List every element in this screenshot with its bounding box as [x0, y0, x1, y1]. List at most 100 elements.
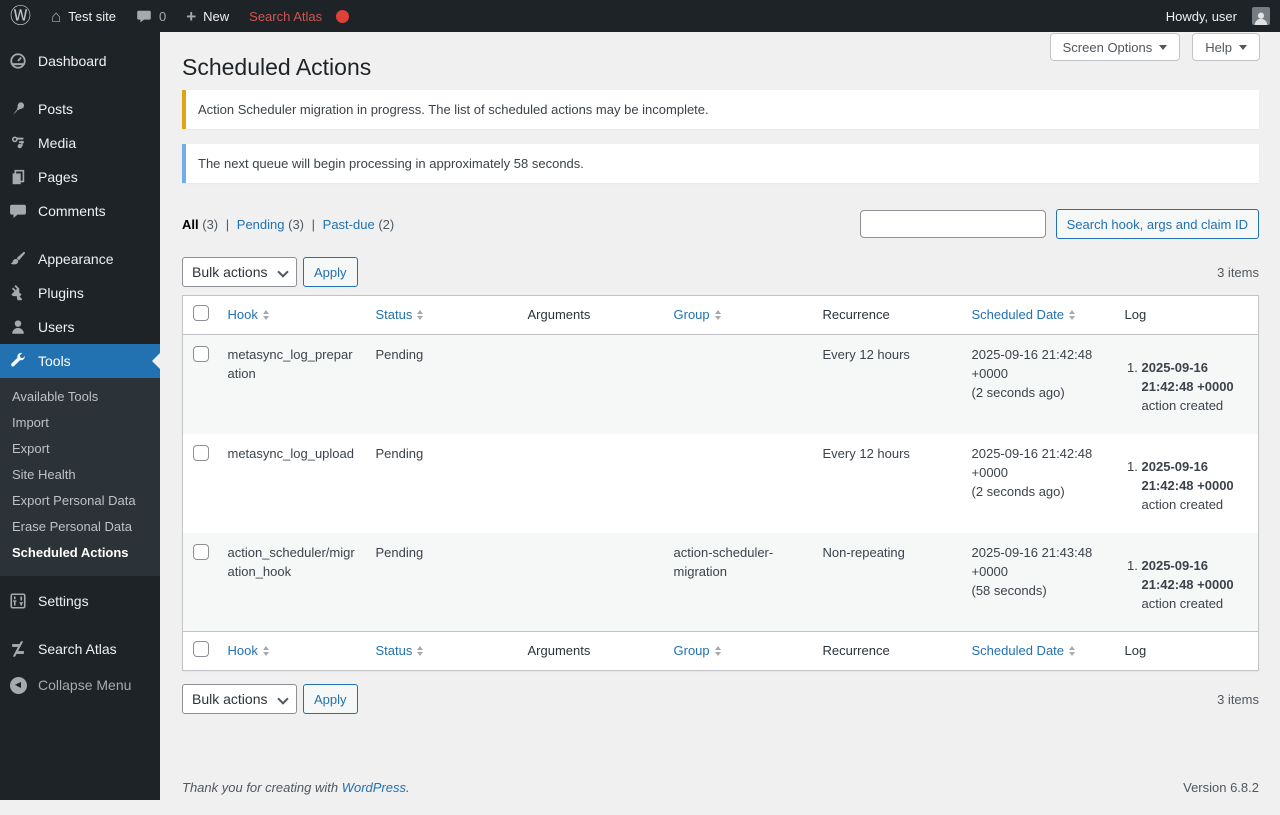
sort-status-link[interactable]: Status — [376, 642, 424, 660]
sort-arrows-icon — [714, 646, 721, 656]
help-button[interactable]: Help — [1192, 33, 1260, 61]
paintbrush-icon — [8, 250, 28, 268]
bulk-actions: Bulk actions Apply — [182, 257, 358, 287]
admin-bar-right: Howdy, user — [1156, 0, 1280, 32]
footer-thanks-text: Thank you for creating with WordPress. — [182, 780, 410, 795]
sort-scheduled-date-link[interactable]: Scheduled Date — [972, 642, 1076, 660]
select-all-checkbox[interactable] — [193, 305, 209, 321]
recurrence-cell: Every 12 hours — [822, 347, 910, 362]
plus-icon: + — [186, 6, 197, 26]
sidebar-item-label: Media — [38, 135, 77, 151]
search-submit-button[interactable]: Search hook, args and claim ID — [1055, 209, 1259, 239]
apply-button[interactable]: Apply — [303, 257, 358, 287]
scheduled-relative-time: (2 seconds ago) — [971, 385, 1065, 400]
sort-status-link[interactable]: Status — [376, 306, 424, 324]
notice-text: The next queue will begin processing in … — [198, 156, 584, 171]
log-cell: 2025-09-16 21:42:48 +0000 action created — [1115, 533, 1259, 632]
select-all-checkbox[interactable] — [193, 641, 209, 657]
sort-arrows-icon — [1069, 646, 1076, 656]
log-entry-date: 2025-09-16 21:42:48 +0000 — [1141, 360, 1234, 394]
comment-bubble-icon — [8, 202, 28, 220]
comments-link[interactable]: 0 — [126, 0, 176, 32]
sidebar-item-label: Pages — [38, 169, 78, 185]
sidebar-item-search-atlas[interactable]: Search Atlas — [0, 632, 160, 666]
user-icon — [8, 318, 28, 336]
submenu-item-available-tools[interactable]: Available Tools — [0, 384, 160, 410]
sort-hook-link[interactable]: Hook — [228, 306, 269, 324]
submenu-item-export[interactable]: Export — [0, 436, 160, 462]
sort-scheduled-date-link[interactable]: Scheduled Date — [972, 306, 1076, 324]
sidebar-item-dashboard[interactable]: Dashboard — [0, 44, 160, 78]
scheduled-date-cell: 2025-09-16 21:42:48 +0000 (2 seconds ago… — [962, 335, 1115, 434]
log-entry-text: action created — [1141, 496, 1224, 512]
wordpress-menu-button[interactable]: Ⓦ — [0, 0, 41, 32]
sidebar-item-tools[interactable]: Tools — [0, 344, 160, 378]
submenu-item-export-personal-data[interactable]: Export Personal Data — [0, 488, 160, 514]
screen-options-label: Screen Options — [1062, 39, 1153, 55]
submenu-item-import[interactable]: Import — [0, 410, 160, 436]
search-atlas-adminbar-link[interactable]: Search Atlas — [239, 0, 359, 32]
sidebar-item-label: Users — [38, 319, 75, 335]
sidebar-item-label: Posts — [38, 101, 74, 117]
filter-all-link[interactable]: All — [182, 217, 199, 232]
table-row: metasync_log_upload Pending Every 12 hou… — [183, 434, 1259, 533]
search-atlas-logo-icon — [8, 640, 28, 658]
sidebar-item-appearance[interactable]: Appearance — [0, 242, 160, 276]
sort-group-link[interactable]: Group — [674, 306, 721, 324]
row-checkbox[interactable] — [193, 346, 209, 362]
submenu-item-site-health[interactable]: Site Health — [0, 462, 160, 488]
column-header-arguments: Arguments — [517, 295, 664, 335]
items-count: 3 items — [1217, 264, 1259, 280]
sidebar-item-settings[interactable]: Settings — [0, 584, 160, 618]
filter-pending-link[interactable]: Pending — [237, 217, 285, 232]
submenu-item-scheduled-actions[interactable]: Scheduled Actions — [0, 540, 160, 566]
screen-options-button[interactable]: Screen Options — [1049, 33, 1181, 61]
hook-cell: action_scheduler/migration_hook — [227, 544, 355, 579]
recurrence-cell: Every 12 hours — [822, 445, 910, 461]
scheduled-date-cell: 2025-09-16 21:42:48 +0000 (2 seconds ago… — [962, 434, 1115, 533]
sidebar-item-users[interactable]: Users — [0, 310, 160, 344]
scheduled-date: 2025-09-16 21:43:48 +0000 — [971, 544, 1093, 579]
sidebar-item-comments[interactable]: Comments — [0, 194, 160, 228]
recurrence-cell: Non-repeating — [822, 544, 905, 560]
sort-hook-link[interactable]: Hook — [228, 642, 269, 660]
row-checkbox[interactable] — [193, 444, 209, 461]
bulk-actions-select[interactable]: Bulk actions — [182, 684, 297, 714]
my-account-link[interactable]: Howdy, user — [1156, 0, 1270, 32]
sort-arrows-icon — [1069, 310, 1076, 320]
arguments-cell — [518, 335, 664, 434]
bulk-actions-select[interactable]: Bulk actions — [182, 257, 297, 287]
column-header-recurrence: Recurrence — [812, 631, 962, 671]
filter-separator: | — [225, 216, 230, 232]
submenu-item-erase-personal-data[interactable]: Erase Personal Data — [0, 514, 160, 540]
filter-past-due-link[interactable]: Past-due — [323, 217, 375, 232]
filter-separator: | — [311, 216, 316, 232]
site-name-link[interactable]: ⌂ Test site — [41, 0, 126, 32]
sidebar-item-label: Appearance — [38, 251, 114, 267]
collapse-arrow-icon: ◀ — [8, 676, 28, 694]
screen-meta: Screen Options Help — [1049, 33, 1260, 61]
new-content-button[interactable]: + New — [176, 0, 239, 32]
sort-arrows-icon — [417, 646, 424, 656]
row-checkbox[interactable] — [193, 543, 209, 560]
plug-icon — [8, 284, 28, 302]
menu-separator — [0, 78, 160, 92]
chevron-down-icon — [1239, 44, 1247, 50]
wordpress-link[interactable]: WordPress — [342, 780, 406, 795]
apply-button[interactable]: Apply — [303, 684, 358, 714]
column-header-log: Log — [1114, 631, 1259, 671]
sidebar-item-label: Search Atlas — [38, 641, 117, 657]
search-input[interactable] — [859, 210, 1046, 238]
scheduled-date: 2025-09-16 21:42:48 +0000 — [971, 445, 1093, 480]
sort-group-link[interactable]: Group — [674, 642, 721, 660]
status-cell: Pending — [375, 544, 424, 560]
sidebar-item-posts[interactable]: Posts — [0, 92, 160, 126]
log-entry-text: action created — [1141, 595, 1224, 611]
sort-arrows-icon — [262, 646, 269, 656]
column-header-recurrence: Recurrence — [812, 295, 962, 335]
sidebar-item-media[interactable]: Media — [0, 126, 160, 160]
sidebar-item-plugins[interactable]: Plugins — [0, 276, 160, 310]
sidebar-item-label: Plugins — [38, 285, 84, 301]
sidebar-item-pages[interactable]: Pages — [0, 160, 160, 194]
collapse-menu-button[interactable]: ◀ Collapse Menu — [0, 668, 160, 702]
